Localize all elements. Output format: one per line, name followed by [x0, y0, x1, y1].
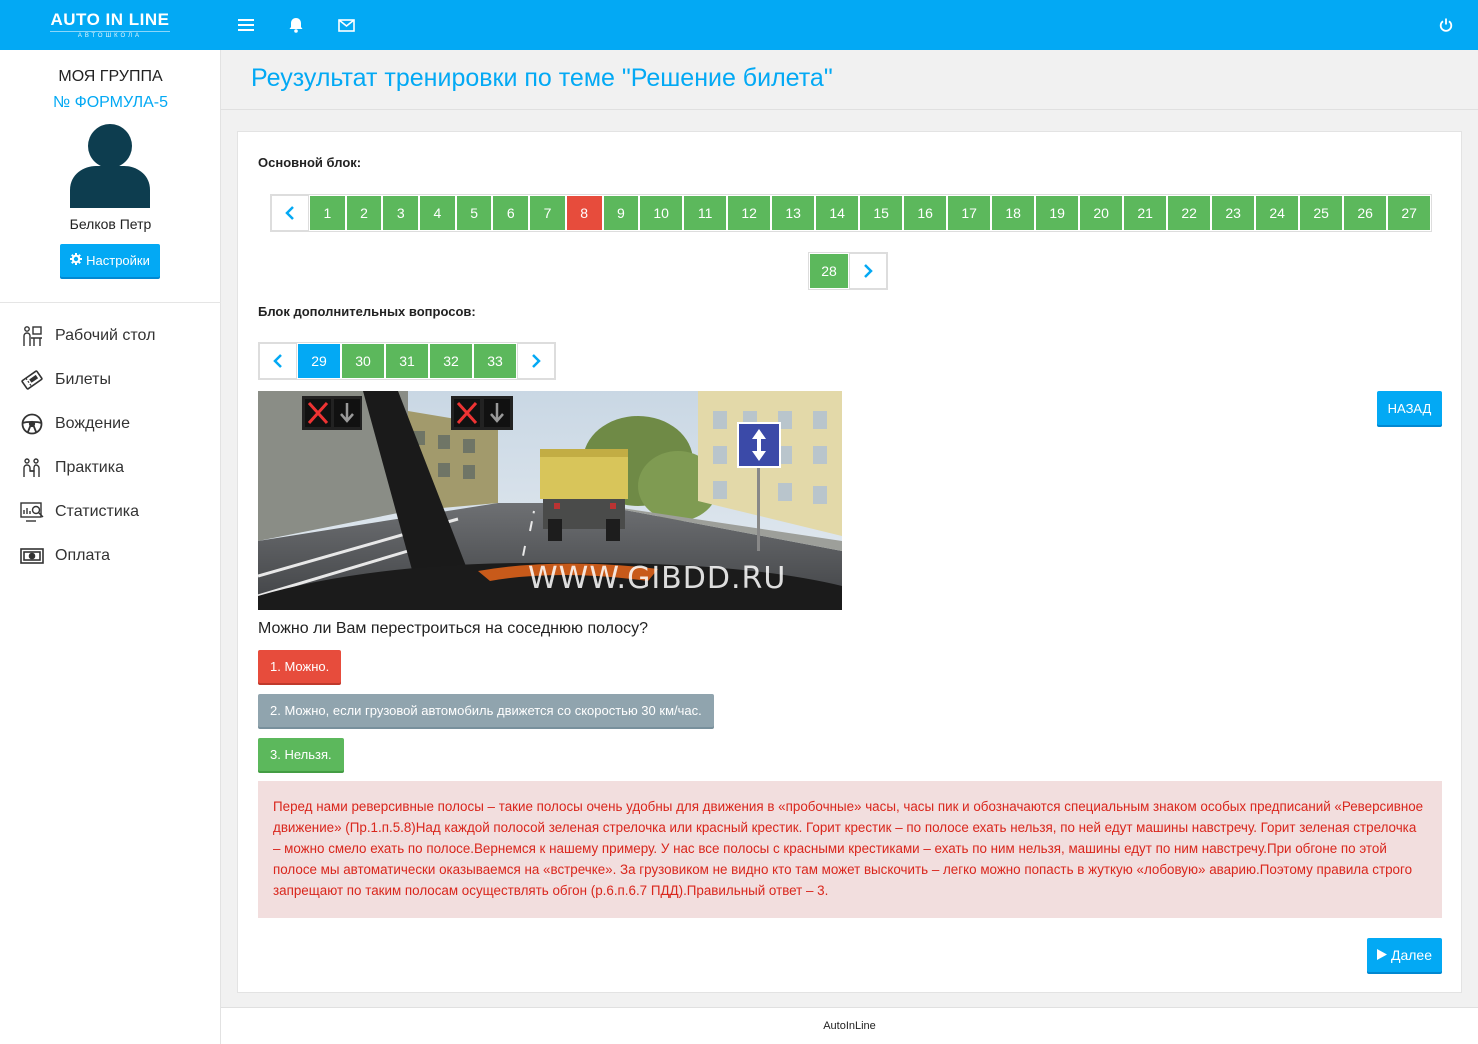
sidebar: МОЯ ГРУППА № ФОРМУЛА-5 Белков Петр Настр… — [0, 50, 221, 1044]
page-button[interactable]: 18 — [991, 195, 1036, 231]
sidebar-item-desk[interactable]: Рабочий стол — [0, 314, 221, 358]
gear-icon — [70, 253, 83, 268]
sidebar-item-label: Статистика — [55, 503, 140, 520]
page-button[interactable]: 29 — [297, 343, 341, 379]
footer: AutoInLine — [221, 1007, 1478, 1044]
extra-block-pager: 29 30 31 32 33 — [258, 342, 556, 380]
next-button[interactable]: Далее — [1367, 938, 1442, 972]
main-block-pager: 1 2 3 4 5 6 7 8 9 10 11 12 13 14 15 16 17 18 19 20 21 22 23 24 2… — [270, 194, 1433, 232]
page-button[interactable]: 6 — [492, 195, 530, 231]
top-bar: AUTO IN LINE АВТОШКОЛА — [0, 0, 1478, 50]
sidebar-item-practice[interactable]: Практика — [0, 446, 221, 490]
answer-option-1[interactable]: 1. Можно. — [258, 650, 342, 683]
page-button[interactable]: 25 — [1299, 195, 1344, 231]
page-button[interactable]: 13 — [771, 195, 816, 231]
result-card: Основной блок: 1 2 3 4 5 6 7 8 9 10 11 12 13 14 15 16 17… — [237, 131, 1462, 993]
answer-option-2[interactable]: 2. Можно, если грузовой автомобиль движе… — [258, 694, 714, 727]
chevron-right-icon[interactable] — [849, 253, 887, 289]
question-text: Можно ли Вам перестроиться на соседнюю п… — [258, 620, 648, 637]
sidebar-item-label: Оплата — [55, 547, 111, 564]
settings-button[interactable]: Настройки — [60, 244, 160, 277]
sidebar-item-statistics[interactable]: Статистика — [0, 490, 221, 534]
page-button[interactable]: 5 — [455, 195, 493, 231]
user-name: Белков Петр — [69, 216, 152, 232]
steering-wheel-icon — [20, 412, 44, 436]
logo-text: AUTO IN LINE — [50, 10, 170, 29]
menu-icon[interactable] — [236, 15, 256, 35]
question-image: WWW.GIBDD.RU — [258, 391, 842, 610]
extra-block-label: Блок дополнительных вопросов: — [258, 304, 476, 319]
desk-icon — [20, 324, 44, 348]
group-label: МОЯ ГРУППА — [58, 68, 163, 85]
statistics-icon — [20, 500, 44, 524]
page-button[interactable]: 28 — [809, 253, 849, 289]
chevron-left-icon[interactable] — [259, 343, 297, 379]
back-button[interactable]: НАЗАД — [1377, 391, 1442, 425]
page-button[interactable]: 3 — [382, 195, 420, 231]
sidebar-item-label: Практика — [55, 459, 124, 476]
page-header: Реузультат тренировки по теме "Решение б… — [221, 50, 1478, 110]
page-button[interactable]: 30 — [341, 343, 385, 379]
page-button[interactable]: 2 — [345, 195, 383, 231]
play-icon — [1376, 947, 1387, 963]
logo-subtext: АВТОШКОЛА — [50, 31, 170, 39]
chevron-right-icon[interactable] — [517, 343, 555, 379]
answer-option-3[interactable]: 3. Нельзя. — [258, 738, 344, 771]
page-button[interactable]: 1 — [309, 195, 346, 231]
chevron-left-icon[interactable] — [271, 195, 309, 231]
main-block-pager-row2: 28 — [808, 252, 888, 290]
page-button[interactable]: 10 — [639, 195, 684, 231]
page-button[interactable]: 4 — [419, 195, 456, 231]
page-button[interactable]: 9 — [602, 195, 640, 231]
page-button[interactable]: 8 — [565, 195, 603, 231]
page-button[interactable]: 21 — [1123, 195, 1168, 231]
group-name[interactable]: № ФОРМУЛА-5 — [0, 94, 221, 112]
sidebar-item-driving[interactable]: Вождение — [0, 402, 221, 446]
page-button[interactable]: 22 — [1167, 195, 1212, 231]
power-icon[interactable] — [1436, 15, 1456, 35]
page-button[interactable]: 31 — [385, 343, 429, 379]
image-watermark: WWW.GIBDD.RU — [528, 561, 787, 596]
page-button[interactable]: 23 — [1211, 195, 1256, 231]
settings-label: Настройки — [86, 253, 150, 268]
page-button[interactable]: 33 — [473, 343, 517, 379]
sidebar-item-payment[interactable]: Оплата — [0, 534, 221, 578]
page-title: Реузультат тренировки по теме "Решение б… — [251, 64, 833, 92]
avatar — [70, 122, 150, 208]
sidebar-item-label: Рабочий стол — [55, 327, 156, 344]
ticket-icon — [20, 368, 44, 392]
logo[interactable]: AUTO IN LINE АВТОШКОЛА — [50, 10, 170, 39]
page-button[interactable]: 24 — [1255, 195, 1300, 231]
page-button[interactable]: 27 — [1387, 195, 1432, 231]
main-block-label: Основной блок: — [258, 155, 362, 170]
practice-icon — [20, 456, 44, 480]
page-button[interactable]: 19 — [1035, 195, 1080, 231]
sidebar-item-label: Вождение — [55, 415, 130, 432]
page-button[interactable]: 17 — [947, 195, 992, 231]
page-button[interactable]: 14 — [815, 195, 860, 231]
page-button[interactable]: 20 — [1079, 195, 1124, 231]
page-button[interactable]: 12 — [727, 195, 772, 231]
sidebar-item-tickets[interactable]: Билеты — [0, 358, 221, 402]
bell-icon[interactable] — [286, 15, 306, 35]
page-button[interactable]: 15 — [859, 195, 904, 231]
envelope-icon[interactable] — [336, 15, 356, 35]
page-button[interactable]: 26 — [1343, 195, 1388, 231]
next-label: Далее — [1390, 947, 1432, 963]
explanation-box: Перед нами реверсивные полосы – такие по… — [258, 781, 1442, 918]
sidebar-item-label: Билеты — [55, 371, 111, 388]
page-button[interactable]: 32 — [429, 343, 473, 379]
payment-icon — [20, 544, 44, 568]
page-button[interactable]: 7 — [529, 195, 566, 231]
sidebar-divider — [0, 302, 221, 303]
page-button[interactable]: 16 — [903, 195, 948, 231]
page-button[interactable]: 11 — [683, 195, 728, 231]
sidebar-nav: Рабочий стол Билеты Вождение Практика Ст… — [0, 314, 221, 578]
